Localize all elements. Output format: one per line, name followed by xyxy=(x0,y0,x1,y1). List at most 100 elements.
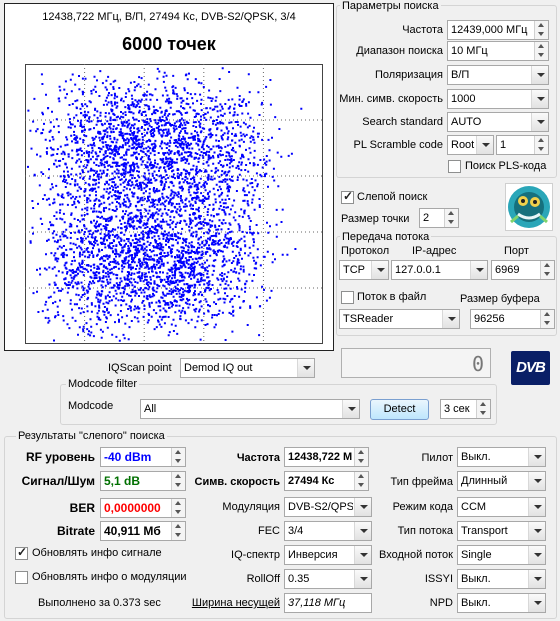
freq-result-label: Частота xyxy=(236,452,280,464)
freq-result-field: 12438,722 М xyxy=(284,447,369,467)
input-stream-label: Входной поток xyxy=(379,549,453,561)
chevron-down-icon xyxy=(528,522,545,540)
chevron-down-icon xyxy=(531,66,548,84)
blind-search-label: Слепой поиск xyxy=(357,191,428,203)
modulation-select[interactable]: DVB-S2/QPSK xyxy=(284,497,372,517)
issyi-select[interactable]: Выкл. xyxy=(457,569,546,589)
seconds-spinner[interactable] xyxy=(476,400,490,418)
update-signal-checkbox[interactable] xyxy=(15,545,28,560)
chevron-down-icon xyxy=(476,136,493,154)
ip-label: IP-адрес xyxy=(412,245,457,257)
update-mod-checkbox[interactable] xyxy=(15,571,28,584)
pl-mode-select[interactable]: Root xyxy=(447,135,494,155)
frame-type-label: Тип фрейма xyxy=(390,476,453,488)
npd-label: NPD xyxy=(429,597,453,609)
stream-type-label: Тип потока xyxy=(397,525,453,537)
point-size-field[interactable]: 2 xyxy=(419,208,459,228)
buffer-size-spinner[interactable] xyxy=(540,310,554,328)
ip-select[interactable]: 127.0.0.1 xyxy=(391,260,488,280)
frequency-field[interactable]: 12439,000 МГц xyxy=(447,20,549,40)
stream-to-file-checkbox[interactable] xyxy=(341,291,354,304)
standard-select[interactable]: AUTO xyxy=(447,112,549,132)
chevron-down-icon xyxy=(528,570,545,588)
frequency-spinner[interactable] xyxy=(534,21,548,39)
chevron-down-icon xyxy=(531,113,548,131)
pl-scramble-label: PL Scramble code xyxy=(353,139,443,151)
snr-field: 5,1 dB xyxy=(100,471,186,491)
constellation-panel: 12438,722 МГц, В/П, 27494 Кс, DVB-S2/QPS… xyxy=(4,3,334,351)
stream-type-select[interactable]: Transport xyxy=(457,521,546,541)
chevron-down-icon xyxy=(442,310,459,328)
snr-label: Сигнал/Шум xyxy=(21,474,95,488)
iq-spectrum-label: IQ-спектр xyxy=(231,549,280,561)
fec-select[interactable]: 3/4 xyxy=(284,521,372,541)
counter-display: 0 xyxy=(341,348,491,378)
bitrate-field: 40,911 Мб xyxy=(100,521,186,541)
port-field[interactable]: 6969 xyxy=(491,260,555,280)
port-label: Порт xyxy=(504,245,529,257)
iqscan-point-label: IQScan point xyxy=(108,362,172,374)
pl-code-field[interactable]: 1 xyxy=(496,135,549,155)
frequency-label: Частота xyxy=(402,24,443,36)
sr-result-field: 27494 Кс xyxy=(284,471,369,491)
chevron-down-icon xyxy=(342,400,359,418)
input-stream-select[interactable]: Single xyxy=(457,545,546,565)
chevron-down-icon xyxy=(528,546,545,564)
chevron-down-icon xyxy=(528,472,545,490)
polarization-label: Поляризация xyxy=(375,69,443,81)
detect-seconds-field[interactable]: 3 сек xyxy=(440,399,491,419)
fec-label: FEC xyxy=(258,525,280,537)
pl-code-spinner[interactable] xyxy=(534,136,548,154)
sr-result-label: Симв. скорость xyxy=(194,476,280,488)
chevron-down-icon xyxy=(528,594,545,612)
iqscan-point-select[interactable]: Demod IQ out xyxy=(180,358,315,378)
rf-level-field: -40 dBm xyxy=(100,447,186,467)
range-field[interactable]: 10 МГц xyxy=(447,41,549,61)
modulation-label: Модуляция xyxy=(222,501,280,513)
update-mod-label: Обновлять инфо о модуляции xyxy=(32,571,187,583)
rolloff-select[interactable]: 0.35 xyxy=(284,569,372,589)
standard-label: Search standard xyxy=(362,116,443,128)
points-count: 6000 точек xyxy=(122,34,216,54)
chevron-down-icon xyxy=(371,261,388,279)
rolloff-label: RollOff xyxy=(246,573,280,585)
issyi-label: ISSYI xyxy=(424,573,453,585)
chevron-down-icon xyxy=(354,522,371,540)
pls-search-checkbox[interactable] xyxy=(448,160,461,173)
npd-select[interactable]: Выкл. xyxy=(457,593,546,613)
min-sr-label: Мин. симв. скорость xyxy=(339,93,443,105)
frame-type-select[interactable]: Длинный xyxy=(457,471,546,491)
chevron-down-icon xyxy=(528,448,545,466)
modcode-title: Modcode filter xyxy=(66,378,140,390)
stream-app-select[interactable]: TSReader xyxy=(339,309,460,329)
bandwidth-label: Ширина несущей xyxy=(191,597,280,609)
pilot-label: Пилот xyxy=(421,452,453,464)
blind-search-checkbox[interactable] xyxy=(341,189,354,204)
stream-title: Передача потока xyxy=(340,231,432,243)
buffer-size-label: Размер буфера xyxy=(460,293,540,305)
min-sr-select[interactable]: 1000 xyxy=(447,89,549,109)
port-spinner[interactable] xyxy=(540,261,554,279)
chevron-down-icon xyxy=(354,546,371,564)
protocol-select[interactable]: TCP xyxy=(339,260,389,280)
pilot-select[interactable]: Выкл. xyxy=(457,447,546,467)
range-spinner[interactable] xyxy=(534,42,548,60)
point-size-label: Размер точки xyxy=(341,213,410,225)
ber-field: 0,0000000 xyxy=(100,498,186,518)
buffer-size-field[interactable]: 96256 xyxy=(470,309,555,329)
code-mode-select[interactable]: CCM xyxy=(457,497,546,517)
rf-level-label: RF уровень xyxy=(25,450,95,464)
polarization-select[interactable]: В/П xyxy=(447,65,549,85)
done-time-label: Выполнено за 0.373 sec xyxy=(38,597,161,609)
counter-value: 0 xyxy=(471,352,484,376)
detect-button[interactable]: Detect xyxy=(370,399,429,420)
chevron-down-icon xyxy=(528,498,545,516)
iq-spectrum-select[interactable]: Инверсия xyxy=(284,545,372,565)
search-params-title: Параметры поиска xyxy=(340,0,441,12)
modcode-label: Modcode xyxy=(68,400,114,412)
modcode-select[interactable]: All xyxy=(140,399,360,419)
point-size-spinner[interactable] xyxy=(444,209,458,227)
bandwidth-field: 37,118 МГц xyxy=(284,593,372,613)
chevron-down-icon xyxy=(470,261,487,279)
chevron-down-icon xyxy=(354,498,371,516)
